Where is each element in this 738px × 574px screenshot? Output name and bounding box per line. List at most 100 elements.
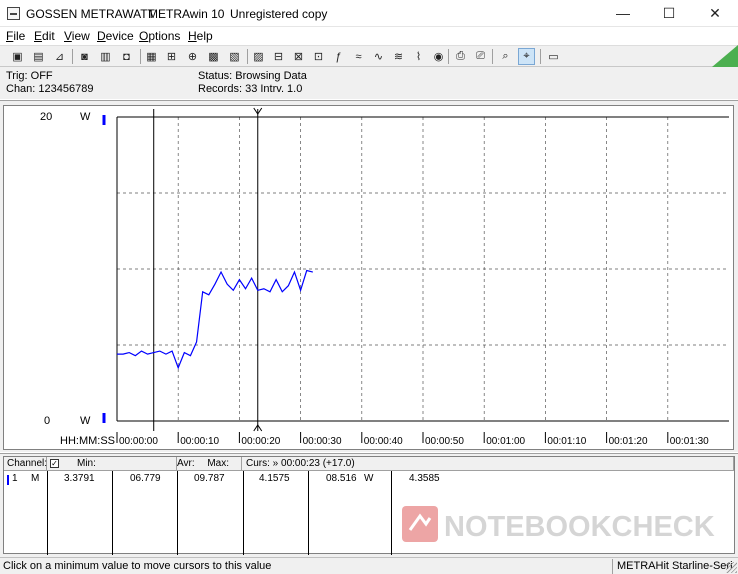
watermark-text: NOTEBOOKCHECK [444, 511, 715, 543]
header-max[interactable]: Max: [177, 457, 243, 471]
row-cursor-1: 4.1575 [259, 473, 290, 484]
trigger-status: Trig: OFF [6, 70, 53, 82]
series-layer [117, 269, 313, 370]
print-icon[interactable]: ⎙ [452, 48, 469, 65]
header-min[interactable]: Min: [77, 457, 96, 470]
row-unit: W [364, 473, 374, 484]
save-as-icon[interactable]: ▤ [30, 48, 47, 65]
zoom-icon[interactable]: ⊞ [163, 48, 180, 65]
row-cursor-3: 4.3585 [409, 473, 440, 484]
menu-edit[interactable]: Edit [34, 29, 55, 43]
license-label: Unregistered copy [230, 7, 328, 21]
row-avr: 06.779 [130, 473, 161, 484]
column-divider [243, 471, 244, 555]
record-icon[interactable]: ◙ [76, 48, 93, 65]
min-checkbox[interactable]: ✓ [50, 459, 59, 468]
message-icon[interactable]: ▭ [545, 48, 562, 65]
x-tick-label: 00:00:50 [425, 436, 464, 447]
header-channel[interactable]: Channel: [4, 457, 47, 471]
row-mode: M [31, 473, 40, 484]
x-tick-label: 00:00:20 [241, 436, 280, 447]
records-info: Records: 33 Intrv. 1.0 [198, 83, 303, 95]
open-icon[interactable]: ⊿ [51, 48, 68, 65]
save-icon[interactable]: ▣ [9, 48, 26, 65]
brand-name: GOSSEN METRAWATT [26, 7, 155, 21]
header-cursor[interactable]: Curs: » 00:00:23 (+17.0) [244, 457, 734, 471]
x-tick-label: 00:00:10 [180, 436, 219, 447]
browse-status: Status: Browsing Data [198, 70, 307, 82]
graph-area[interactable]: 00:00:00 00:00:10 00:00:20 00:00:30 00:00:40… [3, 105, 734, 450]
record-icon[interactable]: ◉ [430, 48, 447, 65]
channel-color-marker [7, 475, 9, 485]
filter-icon[interactable]: ≋ [390, 48, 407, 65]
device-name: METRAHit Starline-Seri [617, 560, 733, 572]
measurement-chart[interactable]: 00:00:00 00:00:10 00:00:20 00:00:30 00:00:40… [4, 106, 733, 449]
menu-view[interactable]: View [64, 29, 90, 43]
scale-icon[interactable]: ▦ [143, 48, 160, 65]
header-min-wrap: ✓ Min: [47, 457, 177, 471]
x-tick-labels: 00:00:00 00:00:10 00:00:20 00:00:30 00:00:40… [116, 432, 709, 447]
row-min[interactable]: 3.3791 [64, 472, 95, 485]
app-icon[interactable] [7, 7, 20, 20]
watermark-logo-icon [402, 506, 438, 542]
toolbar-separator [72, 49, 73, 64]
cursors [153, 107, 263, 432]
y-min-label: 0 [44, 415, 50, 427]
trigger-icon[interactable]: ⌇ [410, 48, 427, 65]
grid-lines [117, 117, 729, 421]
grid-icon[interactable]: ⊕ [184, 48, 201, 65]
device-icon[interactable]: ▥ [97, 48, 114, 65]
y-max-label: 20 [40, 111, 52, 123]
trigger-icon[interactable]: ≈ [350, 48, 367, 65]
column-divider [112, 471, 113, 555]
monitor-icon[interactable]: ▨ [250, 48, 267, 65]
menu-file[interactable]: File [6, 29, 25, 43]
x-tick-label: 00:01:10 [547, 436, 586, 447]
row-cursor-2: 08.516 [326, 473, 357, 484]
x-tick-label: 00:00:30 [303, 436, 342, 447]
toolbar: ▣ ▤ ⊿ ◙ ▥ ◘ ▦ ⊞ ⊕ ▩ ▧ ▨ ⊟ ⊠ ⊡ ƒ ≈ ∿ ≋ ⌇ … [0, 45, 738, 67]
maximize-button[interactable]: ☐ [646, 0, 692, 27]
series-line-1 [117, 269, 313, 370]
graph-panel: 00:00:00 00:00:10 00:00:20 00:00:30 00:00:40… [0, 100, 738, 452]
wave-icon[interactable]: ∿ [370, 48, 387, 65]
info-panel: Trig: OFF Chan: 123456789 Status: Browsi… [0, 67, 738, 99]
x-tick-label: 00:01:20 [609, 436, 648, 447]
status-bar: Click on a minimum value to move cursors… [0, 557, 738, 574]
table-icon[interactable]: ◘ [118, 48, 135, 65]
toolbar-separator [247, 49, 248, 64]
toolbar-separator [140, 49, 141, 64]
y-unit-top: W [80, 111, 91, 123]
toolbar-separator [448, 49, 449, 64]
zoom-plus-icon[interactable]: ⌕ [497, 48, 514, 65]
printer-icon[interactable]: ⎚ [472, 48, 489, 65]
zoom-fit-icon[interactable]: ⌖ [518, 48, 535, 65]
column-divider [47, 471, 48, 555]
menu-help[interactable]: Help [188, 29, 213, 43]
row-channel-number[interactable]: 1 [12, 472, 18, 485]
column-divider [177, 471, 178, 555]
brand-corner-icon [712, 45, 738, 67]
row-max[interactable]: 09.787 [194, 472, 225, 485]
toolbar-separator [540, 49, 541, 64]
formula-icon[interactable]: ⊟ [270, 48, 287, 65]
status-hint: Click on a minimum value to move cursors… [3, 560, 272, 572]
column-divider [308, 471, 309, 555]
resize-grip-icon[interactable] [726, 562, 737, 573]
close-button[interactable]: ✕ [692, 0, 738, 27]
column-divider [391, 471, 392, 555]
x-axis-title: HH:MM:SS [60, 435, 115, 447]
title-bar: GOSSEN METRAWATT METRAwin 10 Unregistere… [0, 0, 738, 27]
chart-icon[interactable]: ▧ [226, 48, 243, 65]
menu-device[interactable]: Device [97, 29, 134, 43]
signal-icon[interactable]: ⊠ [290, 48, 307, 65]
minimize-button[interactable]: — [600, 0, 646, 27]
menu-options[interactable]: Options [139, 29, 180, 43]
toolbar-separator [492, 49, 493, 64]
app-title: METRAwin 10 [148, 7, 225, 21]
x-tick-label: 00:01:00 [486, 436, 525, 447]
config-icon[interactable]: ▩ [205, 48, 222, 65]
filter-icon[interactable]: ƒ [330, 48, 347, 65]
wave-icon[interactable]: ⊡ [310, 48, 327, 65]
channel-list: Chan: 123456789 [6, 83, 94, 95]
